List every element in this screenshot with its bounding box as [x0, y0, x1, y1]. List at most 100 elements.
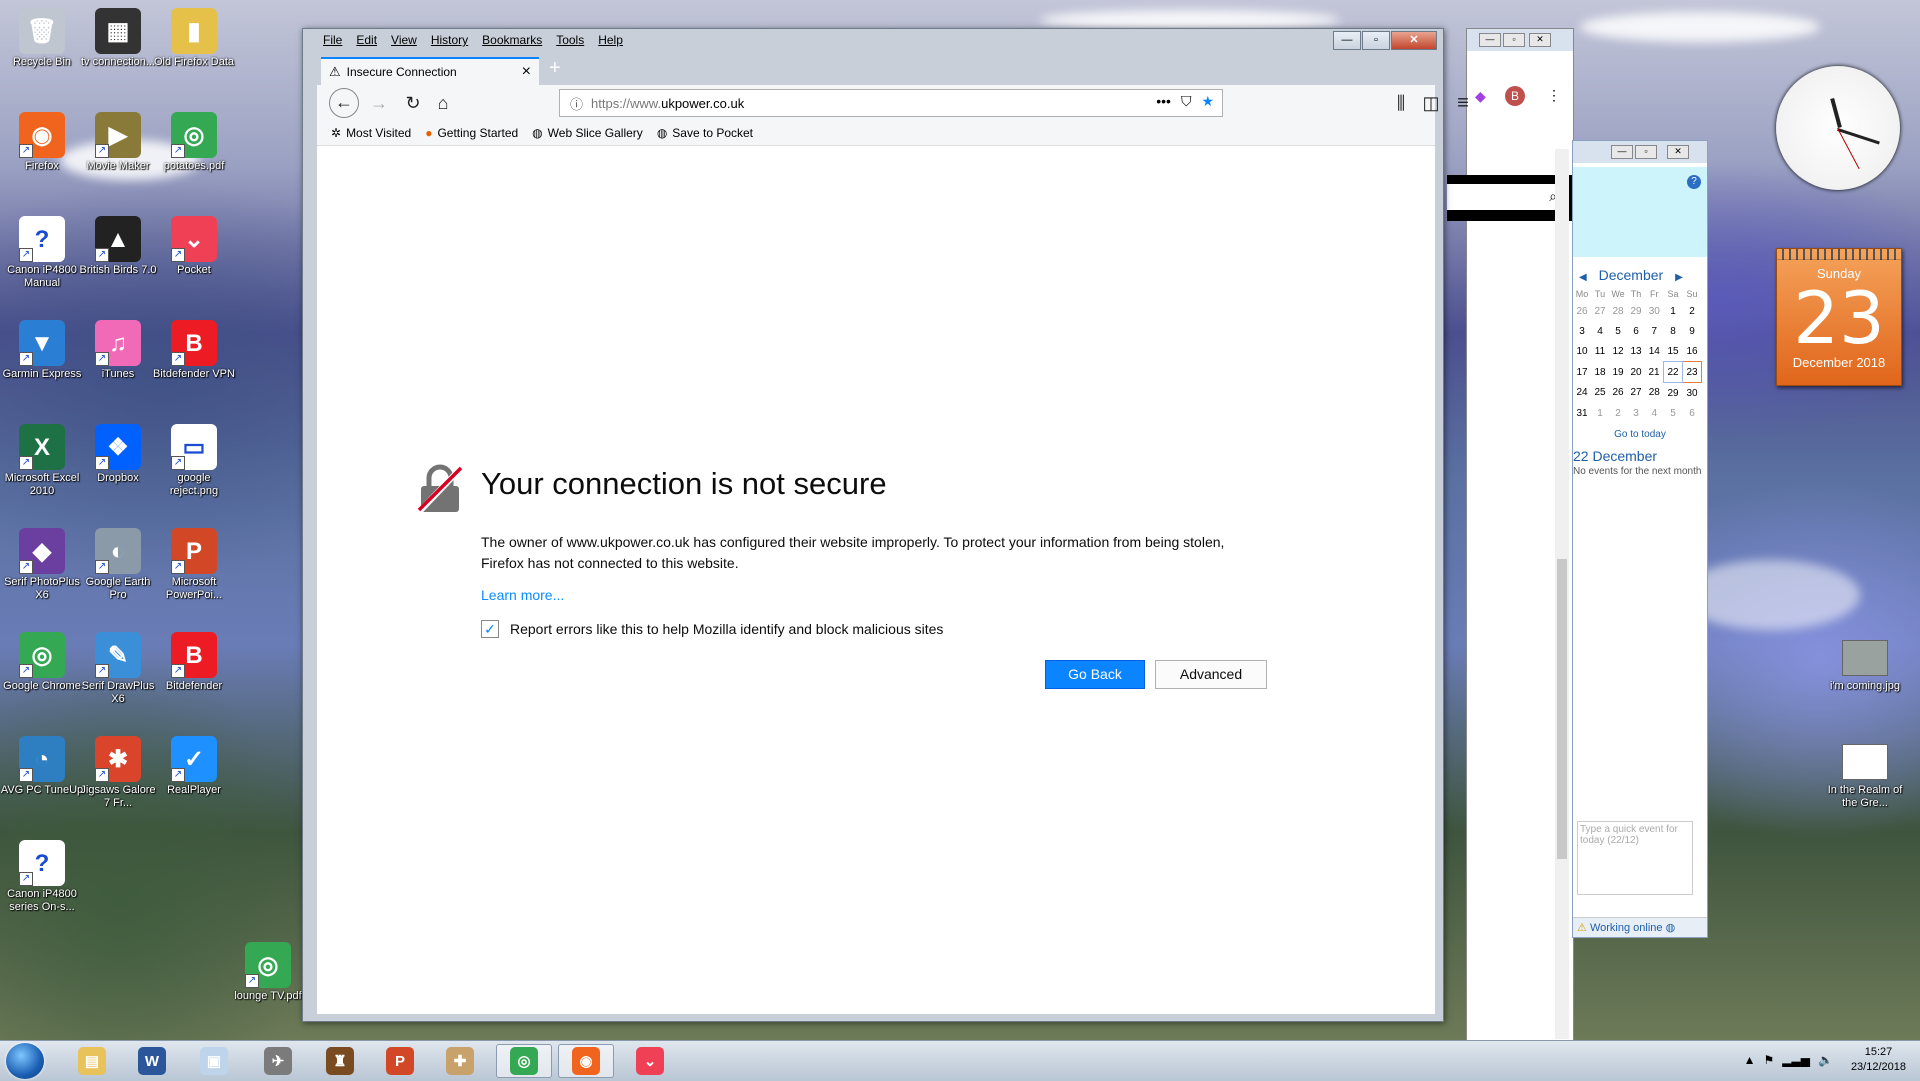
- desktop-icon[interactable]: ◎ ↗ potatoes.pdf: [152, 112, 236, 173]
- show-hidden-icons-icon[interactable]: ▲: [1744, 1053, 1756, 1067]
- calendar-titlebar[interactable]: — ▫ ✕: [1573, 141, 1707, 163]
- desktop-icon[interactable]: ? ↗ Canon iP4800 series On-s...: [0, 840, 84, 914]
- desktop-icon[interactable]: ? ↗ Canon iP4800 Manual: [0, 216, 84, 290]
- close-tab-icon[interactable]: ×: [522, 63, 531, 81]
- calendar-day[interactable]: 29: [1664, 383, 1683, 404]
- calendar-day[interactable]: 26: [1573, 301, 1591, 321]
- quick-event-input[interactable]: Type a quick event for today (22/12): [1577, 821, 1693, 895]
- close-button[interactable]: ✕: [1667, 145, 1689, 159]
- calendar-day[interactable]: 26: [1609, 383, 1627, 404]
- desktop-icon[interactable]: X ↗ Microsoft Excel 2010: [0, 424, 84, 498]
- clock-gadget[interactable]: [1776, 66, 1900, 190]
- calendar-day[interactable]: 2: [1683, 301, 1702, 321]
- menu-bookmarks[interactable]: Bookmarks: [482, 33, 542, 47]
- calendar-window[interactable]: — ▫ ✕ ? ◀ December ▶ Mo Tu We Th Fr Sa Su 26 27…: [1572, 140, 1708, 938]
- avatar[interactable]: B: [1505, 86, 1525, 106]
- chrome-window-background[interactable]: — ▫ ✕ ◆ B ⋮ ⌕: [1447, 28, 1574, 1040]
- calendar-day[interactable]: 11: [1591, 341, 1609, 362]
- taskbar-button[interactable]: ◉: [558, 1044, 614, 1078]
- minimize-button[interactable]: —: [1611, 145, 1633, 159]
- taskbar-clock[interactable]: 15:27 23/12/2018: [1851, 1045, 1906, 1075]
- firefox-window[interactable]: File Edit View History Bookmarks Tools Help — …: [302, 28, 1469, 1022]
- bookmark-item[interactable]: ● Getting Started: [425, 126, 518, 140]
- new-tab-button[interactable]: +: [549, 57, 561, 80]
- desktop-icon[interactable]: ▲ ↗ British Birds 7.0: [76, 216, 160, 277]
- calendar-day[interactable]: 3: [1627, 403, 1645, 423]
- firefox-titlebar[interactable]: File Edit View History Bookmarks Tools Help — …: [303, 29, 1443, 57]
- calendar-day[interactable]: 29: [1627, 301, 1645, 321]
- calendar-day[interactable]: 6: [1627, 321, 1645, 341]
- desktop-icon[interactable]: ◔ ↗ AVG PC TuneUp: [0, 736, 84, 797]
- menu-help[interactable]: Help: [598, 33, 623, 47]
- url-bar[interactable]: ⓘ https://www. ukpower.co.uk ••• ⛉ ★: [559, 89, 1223, 117]
- desktop-icon[interactable]: ❖ ↗ Dropbox: [76, 424, 160, 485]
- action-center-flag-icon[interactable]: ⚑: [1764, 1053, 1775, 1067]
- desktop-icon[interactable]: ▭ ↗ google reject.png: [152, 424, 236, 498]
- extension-icon[interactable]: ◆: [1475, 88, 1486, 105]
- calendar-day[interactable]: 30: [1683, 383, 1702, 404]
- library-icon[interactable]: ⫼: [1389, 91, 1413, 115]
- calendar-day[interactable]: 4: [1591, 321, 1609, 341]
- calendar-day[interactable]: 16: [1683, 341, 1702, 362]
- page-actions-icon[interactable]: •••: [1156, 93, 1171, 110]
- desktop-icon[interactable]: ▼ ↗ Garmin Express: [0, 320, 84, 381]
- start-button[interactable]: [6, 1043, 44, 1079]
- calendar-day[interactable]: 9: [1683, 321, 1702, 341]
- report-errors-label[interactable]: Report errors like this to help Mozilla …: [510, 621, 943, 637]
- menu-tools[interactable]: Tools: [556, 33, 584, 47]
- taskbar-button[interactable]: ♜: [312, 1044, 368, 1078]
- maximize-button[interactable]: ▫: [1635, 145, 1657, 159]
- home-button[interactable]: ⌂: [431, 91, 455, 115]
- taskbar-button[interactable]: ◎: [496, 1044, 552, 1078]
- next-month-icon[interactable]: ▶: [1675, 272, 1683, 283]
- calendar-day[interactable]: 19: [1609, 362, 1627, 383]
- taskbar-button[interactable]: W: [124, 1044, 180, 1078]
- calendar-day[interactable]: 5: [1664, 403, 1683, 423]
- taskbar-button[interactable]: ▣: [186, 1044, 242, 1078]
- calendar-day[interactable]: 3: [1573, 321, 1591, 341]
- report-errors-checkbox[interactable]: ✓: [481, 620, 499, 638]
- desktop-icon[interactable]: P ↗ Microsoft PowerPoi...: [152, 528, 236, 602]
- tab-insecure-connection[interactable]: ⚠ Insecure Connection ×: [321, 57, 539, 85]
- learn-more-link[interactable]: Learn more...: [481, 587, 564, 603]
- taskbar-button[interactable]: ⌄: [622, 1044, 678, 1078]
- desktop-icon[interactable]: ✎ ↗ Serif DrawPlus X6: [76, 632, 160, 706]
- calendar-day[interactable]: 24: [1573, 383, 1591, 404]
- desktop-icon[interactable]: 🗑 Recycle Bin: [0, 8, 84, 69]
- calendar-day[interactable]: 15: [1664, 341, 1683, 362]
- advanced-button[interactable]: Advanced: [1155, 660, 1267, 689]
- previous-month-icon[interactable]: ◀: [1579, 272, 1587, 283]
- taskbar-button[interactable]: ✚: [432, 1044, 488, 1078]
- desktop-icon[interactable]: ◎ ↗ lounge TV.pdf: [226, 942, 310, 1003]
- close-button[interactable]: ✕: [1529, 33, 1551, 47]
- taskbar-button[interactable]: P: [372, 1044, 428, 1078]
- calendar-day[interactable]: 14: [1645, 341, 1664, 362]
- forward-button[interactable]: →: [367, 91, 391, 115]
- calendar-day[interactable]: 30: [1645, 301, 1664, 321]
- calendar-day[interactable]: 5: [1609, 321, 1627, 341]
- scrollbar-thumb[interactable]: [1557, 559, 1567, 859]
- reload-button[interactable]: ↻: [401, 91, 425, 115]
- desktop-icon[interactable]: ▦ tv connection...: [76, 8, 160, 69]
- calendar-day[interactable]: 25: [1591, 383, 1609, 404]
- desktop-icon[interactable]: ♫ ↗ iTunes: [76, 320, 160, 381]
- close-button[interactable]: ✕: [1391, 31, 1437, 50]
- calendar-day[interactable]: 27: [1627, 383, 1645, 404]
- maximize-button[interactable]: ▫: [1503, 33, 1525, 47]
- calendar-day[interactable]: 17: [1573, 362, 1591, 383]
- search-input[interactable]: ⌕: [1447, 184, 1567, 210]
- more-menu-icon[interactable]: ⋮: [1547, 87, 1561, 104]
- taskbar-button[interactable]: ▤: [64, 1044, 120, 1078]
- calendar-day[interactable]: 22: [1663, 361, 1683, 383]
- calendar-day[interactable]: 1: [1664, 301, 1683, 321]
- calendar-day[interactable]: 4: [1645, 403, 1664, 423]
- go-back-button[interactable]: Go Back: [1045, 660, 1145, 689]
- desktop-icon[interactable]: ◐ ↗ Google Earth Pro: [76, 528, 160, 602]
- maximize-button[interactable]: ▫: [1362, 31, 1390, 50]
- menu-icon[interactable]: ≡: [1451, 91, 1475, 115]
- desktop-icon[interactable]: ⌄ ↗ Pocket: [152, 216, 236, 277]
- help-icon[interactable]: ?: [1687, 175, 1701, 189]
- calendar-day[interactable]: 31: [1573, 403, 1591, 423]
- go-to-today-link[interactable]: Go to today: [1573, 429, 1707, 440]
- volume-icon[interactable]: 🔈: [1818, 1053, 1833, 1067]
